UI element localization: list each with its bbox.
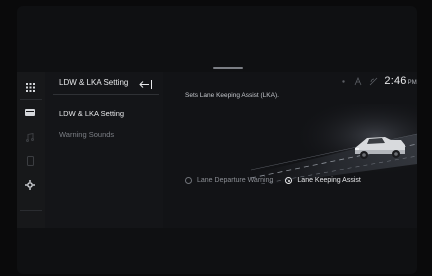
music-note-icon[interactable] [23, 130, 37, 144]
status-bar: 2:46PM [339, 74, 417, 88]
option-label: Lane Keeping Assist [297, 177, 361, 184]
clock-ampm: PM [407, 80, 417, 86]
pull-down-handle[interactable] [213, 67, 243, 69]
submenu-divider [53, 94, 159, 95]
setting-description: Sets Lane Keeping Assist (LKA). [185, 92, 279, 99]
submenu-item-warning-sounds[interactable]: Warning Sounds [59, 130, 114, 139]
submenu-item-ldw-lka-setting[interactable]: LDW & LKA Setting [59, 109, 124, 118]
submenu-title: LDW & LKA Setting [59, 78, 129, 87]
signal-icon [339, 77, 348, 86]
vehicle-card-icon[interactable] [23, 105, 37, 119]
sidebar-divider [20, 210, 42, 211]
apps-grid-icon[interactable] [23, 80, 37, 94]
wifi-icon [369, 77, 378, 86]
radio-button[interactable] [185, 177, 192, 184]
settings-submenu: LDW & LKA Setting LDW & LKA Setting Warn… [45, 72, 163, 228]
lane-assist-options: Lane Departure Warning Lane Keeping Assi… [185, 177, 361, 184]
settings-gear-icon[interactable] [23, 178, 37, 192]
connectivity-icon [354, 76, 363, 86]
infotainment-screen: LDW & LKA Setting LDW & LKA Setting Warn… [17, 6, 417, 274]
option-lane-keeping-assist[interactable]: Lane Keeping Assist [285, 177, 361, 184]
settings-content: Sets Lane Keeping Assist (LKA). Lane Dep… [163, 72, 417, 228]
option-lane-departure-warning[interactable]: Lane Departure Warning [185, 177, 273, 184]
app-sidebar [17, 72, 45, 228]
lane-assist-illustration [251, 104, 417, 184]
phone-icon[interactable] [23, 154, 37, 168]
back-arrow-icon[interactable] [139, 77, 153, 89]
clock-time: 2:46 [384, 75, 407, 87]
radio-button-selected[interactable] [285, 177, 293, 184]
option-label: Lane Departure Warning [197, 177, 274, 184]
sidebar-divider [20, 99, 42, 100]
clock: 2:46PM [384, 75, 417, 87]
